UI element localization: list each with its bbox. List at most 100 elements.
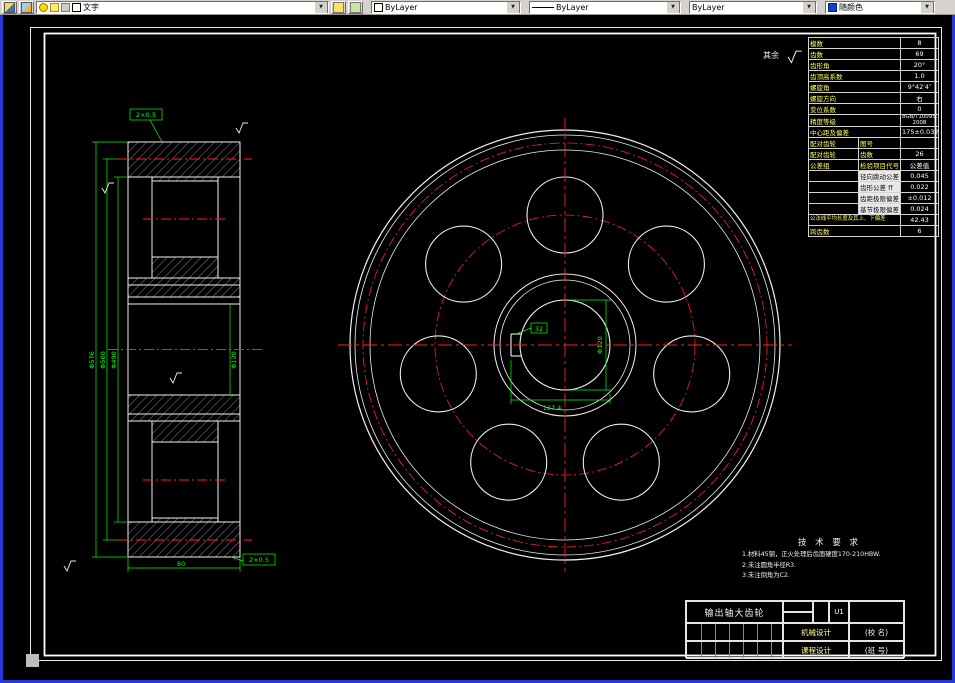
- grid-line: [715, 642, 716, 658]
- param-cell: 公法线平均长度及其上、下偏差: [808, 214, 901, 226]
- layer-color-swatch-icon: [72, 2, 81, 12]
- grid-line: [729, 642, 730, 658]
- tech-req-item: 2.未注圆角半径R3.: [742, 561, 797, 569]
- grid-line: [771, 624, 772, 640]
- title-block-signature-row: [686, 623, 783, 641]
- param-cell: 0.022: [900, 181, 939, 194]
- layer-states-button[interactable]: [19, 0, 34, 14]
- param-cell: 配对齿轮: [808, 148, 859, 161]
- param-row: 径向跳动公差 Fr0.045: [808, 170, 939, 183]
- grid-line: [743, 624, 744, 640]
- grid-line: [743, 642, 744, 658]
- part-name: 输出轴大齿轮: [686, 601, 783, 623]
- param-row: 公差组 检验项目代号 公差值: [808, 159, 939, 172]
- param-row: 基节极限偏差 fpb0.024: [808, 203, 939, 216]
- tech-req-item: 3.未注倒角为C2.: [742, 572, 790, 579]
- color-dropdown[interactable]: ByLayer ▼: [371, 0, 521, 14]
- param-cell: 齿形角: [808, 59, 901, 71]
- title-block-cell: [813, 601, 829, 623]
- layer-state-icon: [21, 1, 32, 13]
- gear-param-table-body: 模数 8 齿数 69 齿形角 20° 齿顶高系数 1.0 螺旋角 9°42′4″ 螺旋方向右变位系数…: [808, 37, 939, 237]
- chevron-down-icon[interactable]: ▼: [314, 1, 328, 13]
- param-cell: 齿距极限偏差 fpt: [858, 192, 901, 205]
- current-lineweight: ByLayer: [692, 2, 725, 12]
- title-block-cell: [849, 601, 904, 623]
- layer-on-icon: [39, 2, 48, 12]
- layer-dropdown[interactable]: 文字 ▼: [36, 0, 329, 14]
- current-layer-name: 文字: [83, 2, 99, 12]
- layers-icon: [4, 1, 15, 13]
- plot-style-dropdown[interactable]: 随颜色 ▼: [825, 0, 935, 14]
- linetype-dropdown[interactable]: ByLayer ▼: [529, 0, 681, 14]
- drawing-code: U1: [829, 601, 849, 623]
- param-cell: 26: [900, 148, 939, 161]
- param-cell: [808, 203, 859, 216]
- param-cell: 齿数: [808, 48, 901, 60]
- grid-line: [701, 624, 702, 640]
- param-cell: 8GB/T10095.1-2008: [900, 113, 939, 128]
- chevron-down-icon[interactable]: ▼: [802, 1, 816, 13]
- grid-line: [757, 624, 758, 640]
- param-cell: 基节极限偏差 fpb: [858, 203, 901, 216]
- window-border-left: [0, 15, 3, 680]
- param-row: 齿形角 20°: [808, 59, 939, 71]
- toolbar: 文字 ▼ ByLayer ▼ ByLayer ▼ ByLayer ▼ 随颜色 ▼: [0, 0, 955, 15]
- chevron-down-icon[interactable]: ▼: [506, 1, 520, 13]
- param-cell: [900, 137, 939, 150]
- param-cell: 齿形公差 ff: [858, 181, 901, 194]
- param-cell: 图号: [858, 137, 901, 150]
- param-cell: [808, 192, 859, 205]
- param-cell: 检验项目代号: [858, 159, 901, 172]
- param-row: 精度等级8GB/T10095.1-2008: [808, 113, 939, 128]
- param-row: 配对齿轮 图号: [808, 137, 939, 150]
- make-object-layer-current-button[interactable]: [331, 0, 346, 14]
- tech-req-item: 1.材料45钢，正火处理后齿面硬度170-210HBW.: [742, 551, 881, 558]
- param-cell: 69: [900, 48, 939, 60]
- param-cell: 公差组: [808, 159, 859, 172]
- title-block-signature-row: [686, 641, 783, 659]
- grid-line: [757, 642, 758, 658]
- school-name: (校 名): [849, 623, 904, 641]
- linetype-sample-icon: [532, 6, 554, 8]
- param-cell: [808, 170, 859, 183]
- param-row: 公法线平均长度及其上、下偏差 42.43: [808, 214, 939, 226]
- lineweight-dropdown[interactable]: ByLayer ▼: [689, 0, 817, 14]
- param-row: 跨齿数 6: [808, 224, 939, 237]
- layer-previous-button[interactable]: [348, 0, 363, 14]
- layer-previous-icon: [350, 1, 361, 13]
- param-cell: 螺旋方向: [808, 92, 901, 104]
- grid-line: [729, 624, 730, 640]
- grid-line: [771, 642, 772, 658]
- param-cell: 精度等级: [808, 113, 901, 128]
- grid-line: [715, 624, 716, 640]
- param-cell: 公差值: [900, 159, 939, 172]
- param-cell: 齿数: [858, 148, 901, 161]
- param-cell: 配对齿轮: [808, 137, 859, 150]
- param-cell: 中心距及偏差: [808, 126, 901, 139]
- title-block: 输出轴大齿轮 U1 机械设计 课程设计 (校 名) (班 号): [685, 600, 905, 659]
- gear-param-table: 模数 8 齿数 69 齿形角 20° 齿顶高系数 1.0 螺旋角 9°42′4″ 螺旋方向右变位系数…: [808, 37, 939, 237]
- layer-properties-button[interactable]: [2, 0, 17, 14]
- param-row: 齿形公差 ff 0.022: [808, 181, 939, 194]
- tech-req-items: 1.材料45钢，正火处理后齿面硬度170-210HBW. 2.未注圆角半径R3. 3…: [742, 550, 917, 582]
- param-cell: 0.045: [900, 170, 939, 183]
- make-current-icon: [333, 1, 344, 13]
- course-name-2: 课程设计: [783, 641, 849, 659]
- class-number: (班 号): [849, 641, 904, 659]
- chevron-down-icon[interactable]: ▼: [920, 1, 934, 13]
- plot-style-swatch-icon: [828, 2, 837, 12]
- param-row: 齿顶高系数 1.0: [808, 70, 939, 82]
- param-row: 配对齿轮 齿数 26: [808, 148, 939, 161]
- param-cell: 1.0: [900, 70, 939, 82]
- chevron-down-icon[interactable]: ▼: [666, 1, 680, 13]
- param-row: 齿距极限偏差 fpt±0.012: [808, 192, 939, 205]
- param-cell: 变位系数: [808, 103, 901, 115]
- color-swatch-icon: [374, 2, 383, 12]
- course-name-1: 机械设计: [783, 623, 849, 641]
- param-cell: 齿顶高系数: [808, 70, 901, 82]
- param-cell: 20°: [900, 59, 939, 71]
- param-cell: 模数: [808, 37, 901, 49]
- param-cell: 8: [900, 37, 939, 49]
- tech-requirements: 技 术 要 求 1.材料45钢，正火处理后齿面硬度170-210HBW. 2.未注…: [742, 536, 917, 582]
- current-plot-style: 随颜色: [839, 2, 863, 12]
